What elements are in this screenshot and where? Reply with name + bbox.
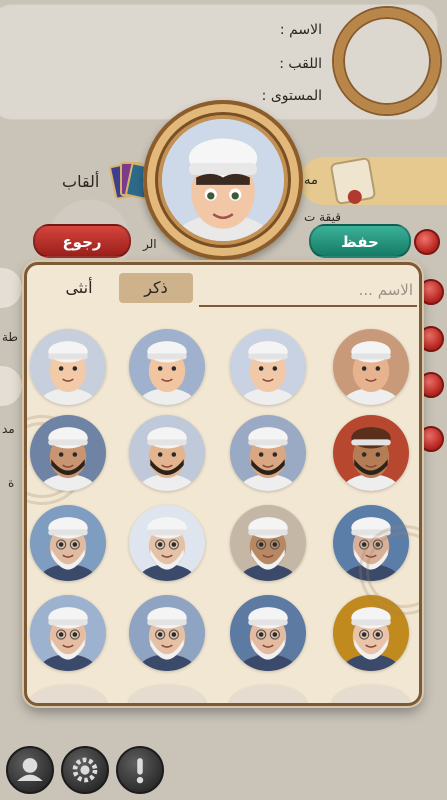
tab-female[interactable]: أنثى [49, 273, 109, 303]
avatar-option[interactable] [30, 595, 106, 671]
cards-icon[interactable] [108, 160, 154, 202]
profile-frame-ring [334, 8, 440, 114]
profile-name-label: الاسم : [279, 22, 322, 38]
avatar-picker-panel: أنثى ذكر [24, 262, 422, 706]
avatar-option[interactable] [129, 329, 205, 405]
avatar-option[interactable] [30, 505, 106, 581]
profile-icon[interactable] [6, 746, 54, 794]
obscured-text-2: الر [143, 237, 157, 251]
avatar-option[interactable] [230, 415, 306, 491]
avatar-option[interactable] [129, 595, 205, 671]
back-button[interactable]: رجوع [33, 224, 131, 258]
avatar-option[interactable] [333, 595, 409, 671]
save-button[interactable]: حفظ [309, 224, 411, 258]
avatar-option[interactable] [129, 415, 205, 491]
profile-level-label: المستوى : [261, 88, 322, 104]
left-text-b: مد [2, 422, 15, 436]
left-pill-2 [0, 366, 22, 406]
left-text-a: طة [2, 330, 18, 344]
side-dot-1[interactable] [414, 229, 440, 255]
avatar-option[interactable] [230, 685, 306, 703]
avatar-name-input[interactable] [199, 275, 417, 307]
avatar-option[interactable] [30, 685, 106, 703]
avatar-option[interactable] [230, 595, 306, 671]
avatar-option[interactable] [30, 329, 106, 405]
gear-icon[interactable] [61, 746, 109, 794]
avatar-option[interactable] [333, 685, 409, 703]
avatar-option[interactable] [129, 685, 205, 703]
avatar-option[interactable] [333, 415, 409, 491]
profile-title-label: اللقب : [279, 56, 322, 72]
avatar-option[interactable] [30, 415, 106, 491]
selected-avatar[interactable] [143, 100, 303, 260]
avatar-option[interactable] [129, 505, 205, 581]
tab-male[interactable]: ذكر [119, 273, 193, 303]
left-pill-1 [0, 268, 22, 308]
titles-strip-text: مه [304, 173, 318, 188]
avatar-option[interactable] [230, 505, 306, 581]
left-text-c: ة [8, 476, 15, 490]
obscured-text-1: قيقة ت [304, 210, 341, 224]
avatar-option[interactable] [230, 329, 306, 405]
alert-icon[interactable] [116, 746, 164, 794]
avatar-option[interactable] [333, 505, 409, 581]
titles-label: ألقاب [62, 172, 100, 191]
scroll-certificate-icon[interactable] [329, 156, 377, 206]
avatar-option[interactable] [333, 329, 409, 405]
selected-avatar-face [162, 119, 284, 241]
